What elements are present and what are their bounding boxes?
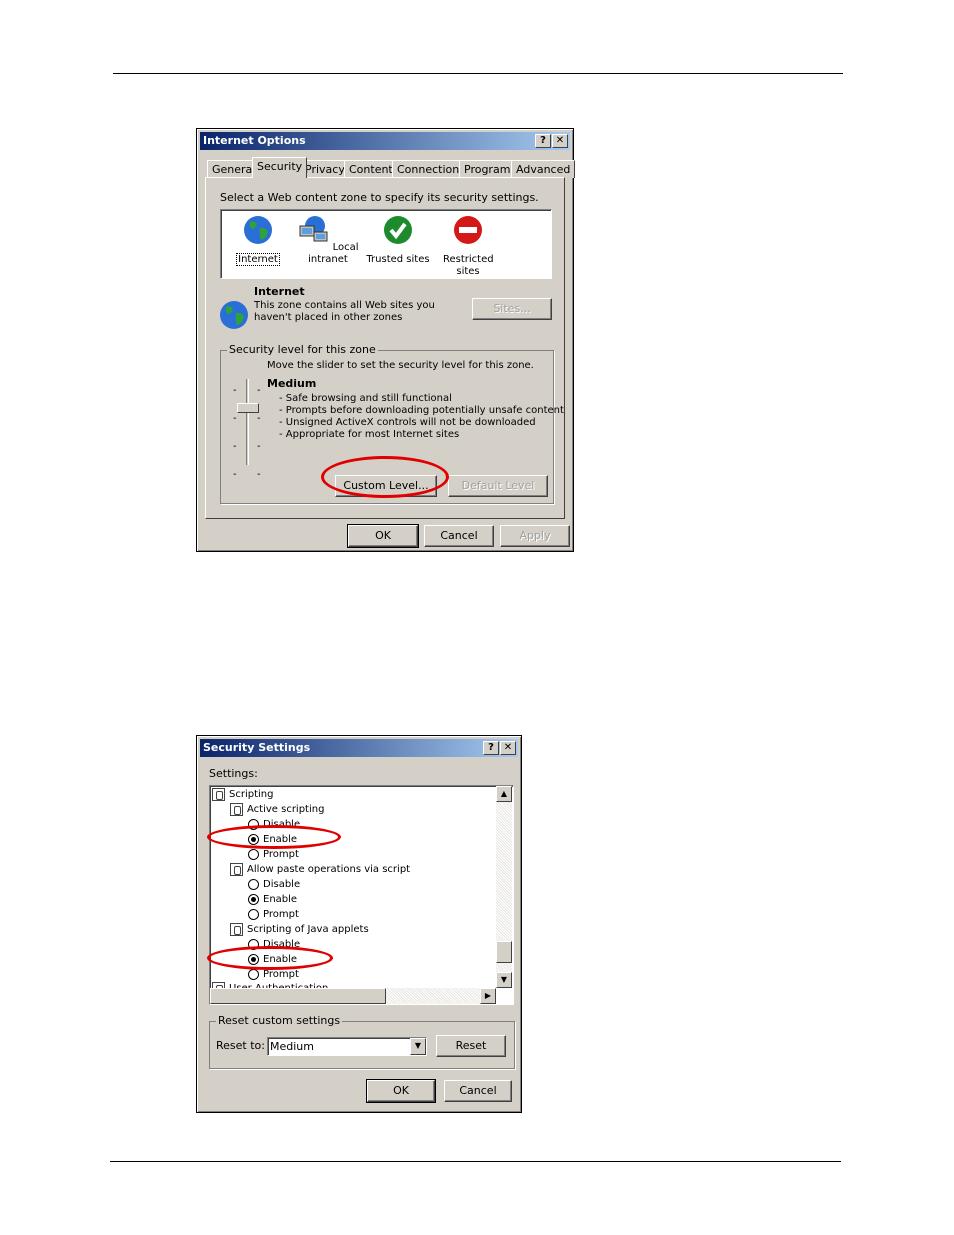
reset-button[interactable]: Reset bbox=[436, 1035, 506, 1057]
settings-icon bbox=[212, 787, 225, 801]
cancel-button[interactable]: Cancel bbox=[424, 525, 494, 547]
tree-label: Scripting bbox=[229, 789, 274, 800]
option-label: Disable bbox=[263, 879, 301, 890]
scroll-up-button[interactable]: ▲ bbox=[496, 786, 512, 802]
paste-disable[interactable]: Disable bbox=[248, 877, 300, 892]
reset-group-label: Reset custom settings bbox=[216, 1014, 343, 1027]
scroll-down-button[interactable]: ▼ bbox=[496, 972, 512, 988]
level-point-3: - Unsigned ActiveX controls will not be … bbox=[279, 417, 536, 428]
internet-options-titlebar: Internet Options ? ✕ bbox=[200, 132, 570, 150]
cancel-button[interactable]: Cancel bbox=[444, 1080, 512, 1102]
option-label: Prompt bbox=[263, 909, 299, 920]
level-point-2: - Prompts before downloading potentially… bbox=[279, 405, 564, 416]
zone-label-restricted-sites: Restricted sites bbox=[443, 254, 494, 277]
option-label: Prompt bbox=[263, 969, 299, 980]
dialog-title: Internet Options bbox=[203, 134, 306, 147]
active-scripting-enable-highlight bbox=[207, 825, 341, 849]
security-level-slider[interactable]: ---- ---- bbox=[231, 377, 265, 480]
tree-scripting: Scripting bbox=[212, 787, 273, 802]
reset-custom-settings-group: Reset custom settings Reset to: Medium ▼… bbox=[209, 1015, 515, 1069]
radio-button[interactable] bbox=[248, 968, 259, 980]
reset-to-select[interactable]: Medium ▼ bbox=[267, 1037, 427, 1056]
tab-security[interactable]: Security bbox=[252, 157, 308, 178]
help-button[interactable]: ? bbox=[535, 134, 551, 148]
option-label: Prompt bbox=[263, 849, 299, 860]
chevron-down-icon[interactable]: ▼ bbox=[410, 1038, 426, 1055]
sites-button[interactable]: Sites... bbox=[472, 298, 552, 320]
scroll-thumb-horizontal[interactable] bbox=[210, 988, 386, 1004]
security-settings-title: Security Settings bbox=[203, 741, 311, 754]
zone-label-trusted-sites: Trusted sites bbox=[366, 254, 430, 265]
tab-advanced[interactable]: Advanced bbox=[511, 160, 576, 178]
security-settings-titlebar: Security Settings ? ✕ bbox=[200, 739, 518, 757]
tree-paste-operations: Allow paste operations via script bbox=[230, 862, 410, 877]
scroll-right-button[interactable]: ▶ bbox=[480, 988, 496, 1004]
radio-button[interactable] bbox=[248, 893, 259, 905]
settings-icon bbox=[230, 862, 243, 876]
tree-java-applets: Scripting of Java applets bbox=[230, 922, 369, 937]
settings-tree: Scripting Active scripting Disable Enabl… bbox=[209, 785, 514, 1005]
zone-description-line2: haven't placed in other zones bbox=[254, 312, 403, 323]
level-point-1: - Safe browsing and still functional bbox=[279, 393, 452, 404]
selected-zone-globe-icon bbox=[220, 301, 248, 329]
tree-label: Scripting of Java applets bbox=[247, 924, 369, 935]
custom-level-highlight bbox=[321, 456, 449, 498]
level-point-4: - Appropriate for most Internet sites bbox=[279, 429, 460, 440]
option-label: Enable bbox=[263, 894, 298, 905]
tree-active-scripting: Active scripting bbox=[230, 802, 324, 817]
default-level-button[interactable]: Default Level bbox=[448, 475, 548, 497]
settings-label: Settings: bbox=[209, 767, 258, 780]
scroll-thumb[interactable] bbox=[496, 941, 512, 963]
reset-to-label: Reset to: bbox=[216, 1039, 265, 1052]
zone-local-intranet[interactable]: Local intranet bbox=[293, 214, 363, 266]
tree-label: Allow paste operations via script bbox=[247, 864, 411, 875]
slider-ticks-right: ---- bbox=[257, 385, 261, 480]
slider-thumb[interactable] bbox=[237, 403, 259, 413]
ok-button[interactable]: OK bbox=[366, 1079, 436, 1103]
slider-track bbox=[246, 379, 249, 465]
paste-enable[interactable]: Enable bbox=[248, 892, 297, 907]
tab-privacy[interactable]: Privacy bbox=[300, 160, 350, 178]
no-entry-icon bbox=[454, 216, 482, 244]
java-applets-enable-highlight bbox=[207, 946, 333, 970]
bottom-rule bbox=[110, 1161, 841, 1162]
checkmark-icon bbox=[384, 216, 412, 244]
close-button[interactable]: ✕ bbox=[552, 134, 568, 148]
apply-button[interactable]: Apply bbox=[500, 525, 570, 547]
radio-button[interactable] bbox=[248, 908, 259, 920]
settings-icon bbox=[230, 922, 243, 936]
security-level-group-label: Security level for this zone bbox=[227, 343, 378, 356]
zone-label-internet: Internet bbox=[236, 253, 280, 266]
reset-to-value: Medium bbox=[270, 1040, 314, 1053]
tab-content[interactable]: Content bbox=[344, 160, 398, 178]
zone-trusted-sites[interactable]: Trusted sites bbox=[363, 214, 433, 266]
tree-label: Active scripting bbox=[247, 804, 325, 815]
network-computers-icon bbox=[299, 216, 328, 242]
zone-restricted-sites[interactable]: Restricted sites bbox=[433, 214, 503, 278]
security-level-name: Medium bbox=[267, 377, 317, 390]
top-rule bbox=[113, 73, 843, 74]
slider-instruction: Move the slider to set the security leve… bbox=[267, 360, 534, 371]
slider-ticks-left: ---- bbox=[233, 385, 237, 480]
selected-zone-name: Internet bbox=[254, 285, 305, 298]
zone-internet[interactable]: Internet bbox=[223, 214, 293, 266]
paste-prompt[interactable]: Prompt bbox=[248, 907, 299, 922]
globe-icon bbox=[244, 216, 272, 244]
security-settings-dialog: Security Settings ? ✕ Settings: Scriptin… bbox=[196, 735, 522, 1113]
settings-icon bbox=[230, 802, 243, 816]
zone-instruction: Select a Web content zone to specify its… bbox=[220, 191, 539, 204]
ok-button[interactable]: OK bbox=[347, 524, 419, 548]
radio-button[interactable] bbox=[248, 878, 259, 890]
close-button[interactable]: ✕ bbox=[500, 741, 516, 755]
help-button[interactable]: ? bbox=[483, 741, 499, 755]
zone-list: Internet Local intranet Trusted sites Re… bbox=[220, 209, 552, 279]
radio-button[interactable] bbox=[248, 848, 259, 860]
active-scripting-prompt[interactable]: Prompt bbox=[248, 847, 299, 862]
